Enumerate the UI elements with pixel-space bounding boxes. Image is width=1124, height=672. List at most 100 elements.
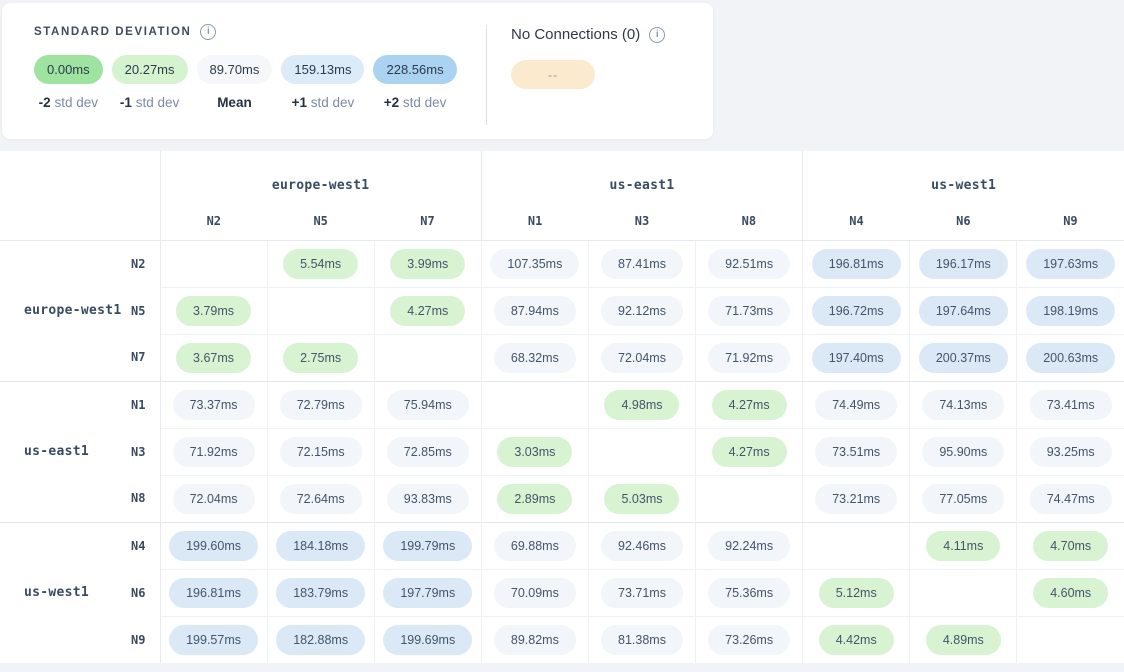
legend-item: 20.27ms-1 std dev <box>112 55 188 110</box>
latency-pill[interactable]: 197.63ms <box>1026 249 1115 279</box>
latency-pill[interactable]: 87.41ms <box>601 249 683 279</box>
column-node-header: N8 <box>696 203 803 240</box>
latency-pill[interactable]: 196.81ms <box>812 249 901 279</box>
latency-pill[interactable]: 196.72ms <box>812 296 901 326</box>
latency-pill[interactable]: 183.79ms <box>276 578 365 608</box>
latency-pill[interactable]: 182.88ms <box>276 625 365 655</box>
latency-pill[interactable]: 5.12ms <box>819 578 894 608</box>
latency-pill[interactable]: 5.54ms <box>283 249 358 279</box>
latency-pill[interactable]: 197.40ms <box>812 343 901 373</box>
latency-pill[interactable]: 69.88ms <box>494 531 576 561</box>
latency-pill[interactable]: 95.90ms <box>922 437 1004 467</box>
latency-pill[interactable]: 3.99ms <box>390 249 465 279</box>
latency-pill[interactable]: 4.27ms <box>390 296 465 326</box>
latency-matrix: europe-west1us-east1us-west1 N2N5N7N1N3N… <box>0 151 1124 663</box>
row-node-label: N7 <box>131 350 145 364</box>
latency-pill[interactable]: 73.26ms <box>708 625 790 655</box>
latency-pill[interactable]: 72.04ms <box>601 343 683 373</box>
latency-pill[interactable]: 93.83ms <box>387 484 469 514</box>
latency-pill[interactable]: 200.63ms <box>1026 343 1115 373</box>
latency-cell: 197.63ms <box>1017 240 1124 287</box>
latency-pill[interactable]: 81.38ms <box>601 625 683 655</box>
latency-cell: 73.51ms <box>803 428 910 475</box>
latency-pill[interactable]: 74.47ms <box>1030 484 1112 514</box>
latency-pill[interactable]: 74.13ms <box>922 390 1004 420</box>
latency-pill[interactable]: 2.89ms <box>497 484 572 514</box>
latency-cell: 75.94ms <box>374 381 481 428</box>
self-latency-cell <box>267 287 374 334</box>
latency-pill[interactable]: 199.79ms <box>383 531 472 561</box>
latency-pill[interactable]: 92.24ms <box>708 531 790 561</box>
latency-cell: 72.85ms <box>374 428 481 475</box>
row-label: N4 <box>0 522 160 569</box>
latency-pill[interactable]: 72.04ms <box>173 484 255 514</box>
latency-pill[interactable]: 196.81ms <box>169 578 258 608</box>
column-region-header: europe-west1 <box>160 151 481 203</box>
latency-pill[interactable]: 3.67ms <box>176 343 251 373</box>
row-label: N7 <box>0 334 160 381</box>
latency-pill[interactable]: 107.35ms <box>490 249 579 279</box>
latency-pill[interactable]: 4.89ms <box>926 625 1001 655</box>
latency-pill[interactable]: 75.94ms <box>387 390 469 420</box>
latency-pill[interactable]: 200.37ms <box>919 343 1008 373</box>
row-region-label: us-east1 <box>24 444 89 459</box>
latency-pill[interactable]: 71.92ms <box>173 437 255 467</box>
column-node-header: N1 <box>481 203 588 240</box>
latency-pill[interactable]: 73.37ms <box>173 390 255 420</box>
latency-pill[interactable]: 73.51ms <box>815 437 897 467</box>
latency-pill[interactable]: 73.71ms <box>601 578 683 608</box>
latency-pill[interactable]: 72.85ms <box>387 437 469 467</box>
legend-label: +2 std dev <box>384 95 447 110</box>
latency-pill[interactable]: 77.05ms <box>922 484 1004 514</box>
latency-pill[interactable]: 75.36ms <box>708 578 790 608</box>
column-node-header: N4 <box>803 203 910 240</box>
latency-pill[interactable]: 4.60ms <box>1033 578 1108 608</box>
latency-pill[interactable]: 74.49ms <box>815 390 897 420</box>
latency-pill[interactable]: 4.27ms <box>712 390 787 420</box>
latency-pill[interactable]: 4.98ms <box>604 390 679 420</box>
latency-pill[interactable]: 92.46ms <box>601 531 683 561</box>
latency-pill[interactable]: 197.79ms <box>383 578 472 608</box>
latency-pill[interactable]: 2.75ms <box>283 343 358 373</box>
legend-pill: 20.27ms <box>112 55 188 84</box>
row-label: N1 <box>0 381 160 428</box>
latency-pill[interactable]: 89.82ms <box>494 625 576 655</box>
latency-pill[interactable]: 4.42ms <box>819 625 894 655</box>
latency-pill[interactable]: 73.41ms <box>1030 390 1112 420</box>
latency-pill[interactable]: 184.18ms <box>276 531 365 561</box>
latency-pill[interactable]: 71.73ms <box>708 296 790 326</box>
latency-pill[interactable]: 198.19ms <box>1026 296 1115 326</box>
latency-pill[interactable]: 73.21ms <box>815 484 897 514</box>
latency-pill[interactable]: 92.12ms <box>601 296 683 326</box>
latency-pill[interactable]: 72.79ms <box>280 390 362 420</box>
latency-pill[interactable]: 199.57ms <box>169 625 258 655</box>
latency-pill[interactable]: 197.64ms <box>919 296 1008 326</box>
column-node-header: N7 <box>374 203 481 240</box>
latency-pill[interactable]: 199.60ms <box>169 531 258 561</box>
latency-pill[interactable]: 87.94ms <box>494 296 576 326</box>
latency-pill[interactable]: 68.32ms <box>494 343 576 373</box>
latency-pill[interactable]: 72.15ms <box>280 437 362 467</box>
latency-cell: 198.19ms <box>1017 287 1124 334</box>
latency-pill[interactable]: 196.17ms <box>919 249 1008 279</box>
latency-pill[interactable]: 70.09ms <box>494 578 576 608</box>
latency-pill[interactable]: 3.79ms <box>176 296 251 326</box>
latency-pill[interactable]: 4.11ms <box>926 531 1000 561</box>
latency-cell: 73.37ms <box>160 381 267 428</box>
row-node-label: N2 <box>131 257 145 271</box>
latency-pill[interactable]: 92.51ms <box>708 249 790 279</box>
latency-pill[interactable]: 4.70ms <box>1033 531 1108 561</box>
matrix-corner-cell <box>0 151 160 240</box>
latency-pill[interactable]: 199.69ms <box>383 625 472 655</box>
latency-pill[interactable]: 72.64ms <box>280 484 362 514</box>
info-icon[interactable]: i <box>200 24 216 40</box>
latency-pill[interactable]: 4.27ms <box>712 437 787 467</box>
latency-pill[interactable]: 3.03ms <box>497 437 572 467</box>
column-node-header: N5 <box>267 203 374 240</box>
latency-cell: 2.75ms <box>267 334 374 381</box>
latency-pill[interactable]: 71.92ms <box>708 343 790 373</box>
info-icon[interactable]: i <box>649 27 665 43</box>
latency-pill[interactable]: 93.25ms <box>1030 437 1112 467</box>
latency-pill[interactable]: 5.03ms <box>604 484 679 514</box>
latency-cell: 73.41ms <box>1017 381 1124 428</box>
